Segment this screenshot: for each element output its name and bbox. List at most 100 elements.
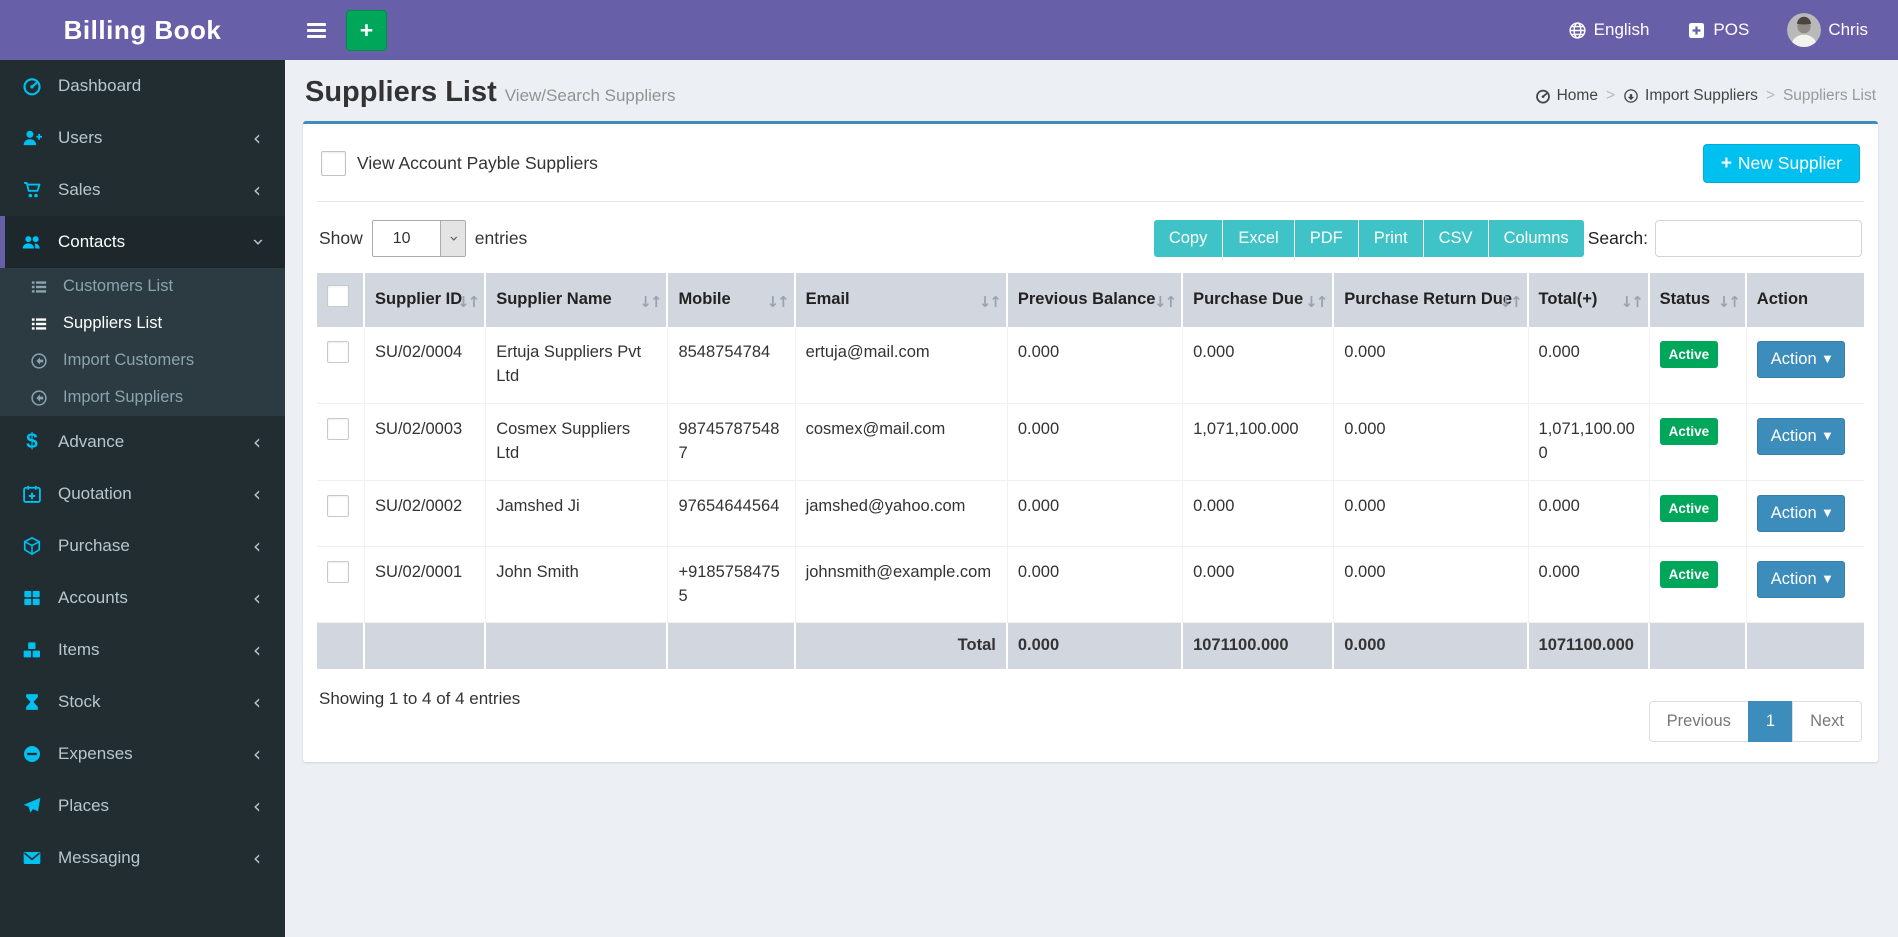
entries-label: entries (474, 228, 528, 248)
list-icon (27, 278, 51, 296)
cell-total-plus: 0.000 (1528, 546, 1650, 624)
next-page-button[interactable]: Next (1792, 701, 1862, 743)
breadcrumb-item-import-suppliers[interactable]: Import Suppliers (1623, 87, 1758, 105)
previous-page-button[interactable]: Previous (1648, 701, 1749, 743)
sidebar-item-quotation[interactable]: Quotation ‹ (0, 468, 285, 520)
sidebar-item-contacts[interactable]: Contacts ‹ Customers List Suppliers List Imp… (0, 216, 285, 416)
column-header-supplier-id[interactable]: Supplier ID ↓↑ (365, 273, 487, 327)
gauge-icon (1535, 88, 1551, 104)
cell-email: ertuja@mail.com (795, 326, 1008, 404)
language-menu[interactable]: English (1568, 20, 1650, 40)
cube-icon (20, 536, 44, 556)
breadcrumb-item-home[interactable]: Home (1535, 87, 1598, 105)
cell-status: Active (1649, 480, 1747, 547)
minus-circle-icon (20, 744, 44, 764)
total-empty-cell (317, 623, 366, 670)
row-action-button[interactable]: Action ▼ (1756, 494, 1846, 532)
select-all-checkbox[interactable] (327, 285, 349, 307)
total-empty-cell (486, 623, 669, 670)
search-input[interactable] (1655, 220, 1862, 257)
column-header-mobile[interactable]: Mobile ↓↑ (668, 273, 796, 327)
row-checkbox[interactable] (327, 417, 349, 440)
page-number-button[interactable]: 1 (1747, 701, 1794, 743)
row-checkbox[interactable] (327, 494, 349, 517)
print-export-button[interactable]: Print (1358, 220, 1424, 257)
sidebar-item-expenses[interactable]: Expenses ‹ (0, 728, 285, 780)
pagination: Previous 1 Next (1648, 701, 1862, 743)
pos-label: POS (1713, 20, 1750, 39)
quick-add-button[interactable]: + (346, 9, 387, 51)
user-name: Chris (1828, 20, 1868, 39)
sort-icon: ↓↑ (1499, 293, 1522, 312)
sidebar-item-stock[interactable]: Stock ‹ (0, 676, 285, 728)
sidebar-item-places[interactable]: Places ‹ (0, 780, 285, 832)
new-supplier-button[interactable]: + New Supplier (1702, 144, 1860, 183)
sidebar-subitem-label: Import Customers (63, 351, 195, 369)
row-checkbox[interactable] (327, 340, 349, 363)
language-label: English (1593, 20, 1650, 39)
row-action-button[interactable]: Action ▼ (1756, 340, 1846, 378)
sidebar-item-items[interactable]: Items ‹ (0, 624, 285, 676)
sidebar-subitem-import-customers[interactable]: Import Customers (0, 342, 285, 379)
sidebar-toggle-button[interactable] (301, 14, 332, 47)
csv-export-button[interactable]: CSV (1423, 220, 1489, 257)
sidebar-item-label: Stock (58, 692, 101, 711)
sidebar-subitem-suppliers-list[interactable]: Suppliers List (0, 305, 285, 342)
cell-action: Action ▼ (1746, 480, 1864, 547)
cell-previous-balance: 0.000 (1007, 480, 1184, 547)
list-icon (27, 315, 51, 333)
sort-icon: ↓↑ (1717, 293, 1741, 312)
app-logo[interactable]: Billing Book (0, 0, 285, 60)
content-area: Suppliers List View/Search Suppliers Home… (285, 60, 1898, 937)
columns-export-button[interactable]: Columns (1488, 220, 1584, 257)
cell-supplier-name: John Smith (486, 546, 669, 624)
sidebar-item-label: Expenses (58, 744, 133, 763)
sidebar-item-advance[interactable]: $ Advance ‹ (0, 416, 285, 468)
pdf-export-button[interactable]: PDF (1294, 220, 1359, 257)
column-header-status[interactable]: Status ↓↑ (1649, 273, 1747, 327)
chevron-down-icon: ‹ (245, 238, 269, 246)
page-length-select[interactable]: 10 ‹ (371, 220, 466, 257)
user-menu[interactable]: Chris (1787, 13, 1868, 47)
copy-export-button[interactable]: Copy (1153, 220, 1224, 257)
sidebar-item-accounts[interactable]: Accounts ‹ (0, 572, 285, 624)
cell-checkbox (317, 546, 366, 624)
import-icon (27, 352, 51, 370)
sidebar-item-purchase[interactable]: Purchase ‹ (0, 520, 285, 572)
cell-purchase-due: 0.000 (1183, 326, 1335, 404)
column-header-purchase-due[interactable]: Purchase Due ↓↑ (1183, 273, 1335, 327)
cell-status: Active (1649, 326, 1747, 404)
cell-email: cosmex@mail.com (795, 403, 1008, 481)
breadcrumb-item-suppliers-list: Suppliers List (1782, 87, 1876, 104)
total-empty-cell (365, 623, 487, 670)
cell-purchase-due: 0.000 (1183, 546, 1335, 624)
row-action-button[interactable]: Action ▼ (1756, 560, 1846, 598)
sidebar-subitem-label: Import Suppliers (63, 388, 184, 406)
sidebar-item-sales[interactable]: Sales ‹ (0, 164, 285, 216)
sidebar-subitem-customers-list[interactable]: Customers List (0, 268, 285, 305)
cell-checkbox (317, 480, 366, 547)
column-header-supplier-name[interactable]: Supplier Name ↓↑ (486, 273, 669, 327)
sidebar-item-users[interactable]: Users ‹ (0, 112, 285, 164)
plus-square-icon (1687, 21, 1706, 40)
column-header-email[interactable]: Email ↓↑ (795, 273, 1008, 327)
total-total-plus: 1071100.000 (1528, 623, 1650, 670)
view-payble-suppliers-checkbox[interactable]: View Account Payble Suppliers (321, 151, 598, 176)
grid-icon (20, 588, 44, 608)
table-row: SU/02/0002 Jamshed Ji 97654644564 jamshed@y… (317, 480, 1864, 547)
sidebar-item-messaging[interactable]: Messaging ‹ (0, 832, 285, 884)
column-header-previous-balance[interactable]: Previous Balance ↓↑ (1007, 273, 1184, 327)
column-header-purchase-return-due[interactable]: Purchase Return Due ↓↑ (1334, 273, 1529, 327)
excel-export-button[interactable]: Excel (1223, 220, 1295, 257)
row-checkbox[interactable] (327, 560, 349, 583)
row-action-button[interactable]: Action ▼ (1756, 417, 1846, 455)
sort-icon: ↓↑ (1153, 293, 1177, 312)
sidebar-item-dashboard[interactable]: Dashboard (0, 60, 285, 112)
sidebar-subitem-import-suppliers[interactable]: Import Suppliers (0, 379, 285, 416)
language-icon (1568, 21, 1587, 40)
pos-button[interactable]: POS (1687, 20, 1749, 40)
cell-supplier-name: Jamshed Ji (486, 480, 669, 547)
calendar-plus-icon (20, 484, 44, 504)
hamburger-icon (307, 22, 326, 26)
column-header-total-plus[interactable]: Total(+) ↓↑ (1528, 273, 1650, 327)
